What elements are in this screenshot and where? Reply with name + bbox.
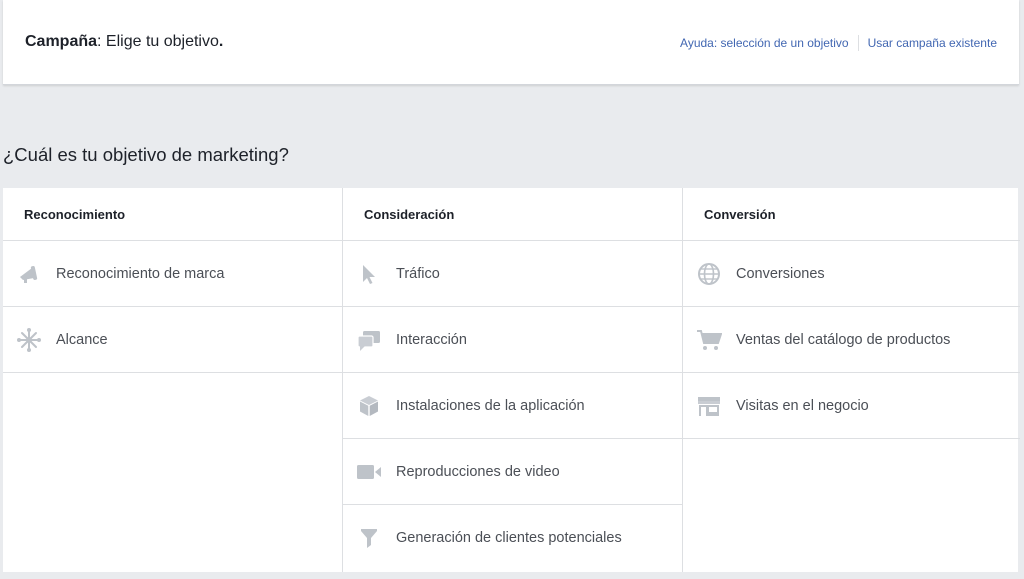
objective-label: Tráfico [396,265,440,282]
objective-label: Generación de clientes potenciales [396,530,622,546]
link-divider [857,35,859,51]
shopping-cart-icon [696,327,722,353]
box-icon [356,393,382,419]
objective-traffic[interactable]: Tráfico [343,241,682,307]
objective-label: Instalaciones de la aplicación [396,397,585,414]
objective-label: Reproducciones de video [396,463,560,480]
use-existing-campaign-link[interactable]: Usar campaña existente [868,36,997,50]
campaign-header: Campaña: Elige tu objetivo. Ayuda: selec… [3,0,1019,85]
column-heading-consideration: Consideración [343,188,682,241]
video-camera-icon [356,459,382,485]
objective-label: Alcance [56,331,108,348]
chat-bubbles-icon [356,327,382,353]
objective-reach[interactable]: Alcance [3,307,342,373]
objective-catalog-sales[interactable]: Ventas del catálogo de productos [683,307,1020,373]
objective-conversions[interactable]: Conversiones [683,241,1020,307]
objective-label: Visitas en el negocio [736,397,869,414]
funnel-icon [356,525,382,551]
cursor-icon [356,261,382,287]
column-awareness: Reconocimiento Reconocimiento de marca A… [3,188,343,572]
objective-label: Conversiones [736,265,825,282]
page-title-campaign: Campaña [25,33,98,50]
objective-lead-generation[interactable]: Generación de clientes potenciales [343,505,682,571]
asterisk-icon [16,327,42,353]
objective-label: Interacción [396,331,467,348]
megaphone-icon [16,261,42,287]
objective-engagement[interactable]: Interacción [343,307,682,373]
column-heading-conversion: Conversión [683,188,1020,241]
objective-video-views[interactable]: Reproducciones de video [343,439,682,505]
page-title: Campaña: Elige tu objetivo. [25,33,223,51]
column-consideration: Consideración Tráfico Interacción Instal… [343,188,683,572]
storefront-icon [696,393,722,419]
objective-app-installs[interactable]: Instalaciones de la aplicación [343,373,682,439]
page-title-objective: : Elige tu objetivo [97,33,219,50]
column-heading-awareness: Reconocimiento [3,188,342,241]
header-links: Ayuda: selección de un objetivo Usar cam… [680,35,997,51]
help-objective-link[interactable]: Ayuda: selección de un objetivo [680,36,849,50]
page-title-dot: . [218,33,224,50]
column-conversion: Conversión Conversiones Ventas del catál… [683,188,1020,572]
objective-brand-awareness[interactable]: Reconocimiento de marca [3,241,342,307]
objective-label: Ventas del catálogo de productos [736,331,951,348]
objective-store-visits[interactable]: Visitas en el negocio [683,373,1020,439]
marketing-objective-question: ¿Cuál es tu objetivo de marketing? [3,144,289,165]
globe-icon [696,261,722,287]
objective-label: Reconocimiento de marca [56,265,225,282]
objective-grid: Reconocimiento Reconocimiento de marca A… [3,188,1020,572]
